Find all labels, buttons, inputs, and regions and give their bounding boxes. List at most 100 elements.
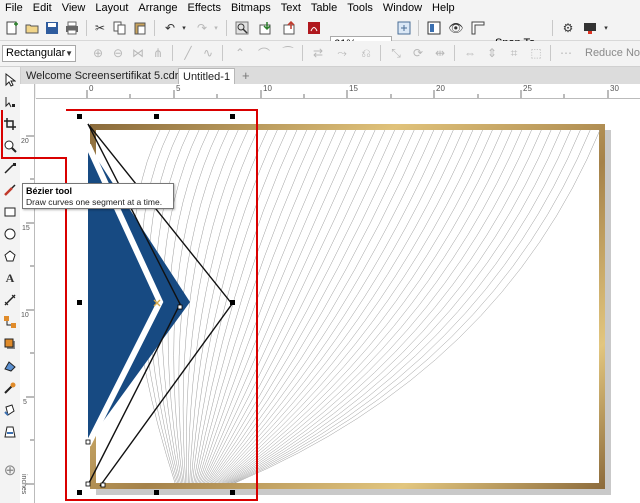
reduce-nodes-button[interactable]: Reduce Node: [585, 47, 640, 59]
tooltip-title: Bézier tool: [26, 186, 73, 196]
print-icon[interactable]: [64, 20, 80, 36]
menu-file[interactable]: File: [0, 0, 28, 16]
pick-tool-icon[interactable]: [2, 72, 18, 88]
artistic-media-icon[interactable]: [2, 182, 18, 198]
options-icon[interactable]: ⚙: [560, 20, 576, 36]
ruler-tick-label: 10: [263, 84, 272, 93]
tab-sertifikat[interactable]: sertifikat 5.cdr: [106, 68, 182, 84]
menu-bar: File Edit View Layout Arrange Effects Bi…: [0, 0, 640, 16]
tool-tooltip: Bézier tool Draw curves one segment at a…: [22, 183, 174, 209]
zoom-to-page-icon[interactable]: [396, 20, 412, 36]
transparency-icon[interactable]: [2, 358, 18, 374]
open-icon[interactable]: [24, 20, 40, 36]
menu-effects[interactable]: Effects: [183, 0, 226, 16]
tooltip-body: Draw curves one segment at a time.: [26, 197, 163, 207]
ruler-tick-label: 0: [89, 84, 94, 93]
ruler-tick-label: 5: [23, 399, 27, 406]
import-icon[interactable]: [258, 20, 274, 36]
elastic-mode-icon[interactable]: ⌗: [506, 45, 522, 61]
rotate-nodes-icon[interactable]: ⟳: [410, 45, 426, 61]
join-nodes-icon[interactable]: ⋈: [130, 45, 146, 61]
to-curve-icon[interactable]: ∿: [200, 45, 216, 61]
chevron-down-icon[interactable]: ▾: [598, 20, 614, 36]
undo-dropdown-icon[interactable]: ▾: [176, 20, 192, 36]
artwork: [77, 114, 611, 495]
chevron-down-icon: ▼: [65, 49, 73, 58]
parallel-dimension-icon[interactable]: [2, 292, 18, 308]
paste-icon[interactable]: [132, 20, 148, 36]
property-bar: Rectangular ▼ ⊕ ⊖ ⋈ ⋔ ╱ ∿ ⌃ ⌒ ⁀ ⇄ ⤳ ⎌ ⤡ ⟳…: [0, 41, 640, 67]
eyedropper-icon[interactable]: [2, 380, 18, 396]
tab-welcome-screen[interactable]: Welcome Screen: [22, 68, 114, 84]
smooth-node-icon[interactable]: ⌒: [256, 45, 272, 61]
document-tabs: Welcome Screen sertifikat 5.cdr Untitled…: [20, 67, 640, 85]
standard-toolbar: ✂ ↶ ▾ ↷ ▾ 61%▼ 👁 Snap To▼ ⚙ ▾: [0, 16, 640, 53]
drawing-canvas[interactable]: [35, 99, 640, 503]
new-icon[interactable]: [4, 20, 20, 36]
app-launcher-icon[interactable]: [582, 20, 598, 36]
publish-pdf-icon[interactable]: [306, 20, 322, 36]
freehand-tool-icon[interactable]: [2, 160, 18, 176]
rectangle-tool-icon[interactable]: [2, 204, 18, 220]
crop-tool-icon[interactable]: [2, 116, 18, 132]
menu-layout[interactable]: Layout: [90, 0, 133, 16]
copy-icon[interactable]: [112, 20, 128, 36]
extend-curve-icon[interactable]: ⤳: [334, 45, 350, 61]
ruler-tick-label: 15: [22, 225, 30, 232]
tab-untitled-1[interactable]: Untitled-1: [178, 68, 236, 85]
extract-subpath-icon[interactable]: ⎌: [358, 45, 374, 61]
break-curve-icon[interactable]: ⋔: [150, 45, 166, 61]
search-content-icon[interactable]: [234, 20, 250, 36]
ellipse-tool-icon[interactable]: [2, 226, 18, 242]
menu-arrange[interactable]: Arrange: [133, 0, 182, 16]
menu-help[interactable]: Help: [427, 0, 460, 16]
polygon-tool-icon[interactable]: [2, 248, 18, 264]
ruler-tick-label: 25: [523, 84, 532, 93]
menu-table[interactable]: Table: [306, 0, 342, 16]
add-node-icon[interactable]: ⊕: [90, 45, 106, 61]
ruler-tick-label: 20: [21, 138, 29, 145]
ruler-tick-label: 10: [21, 312, 29, 319]
reflect-vertical-icon[interactable]: ⇕: [484, 45, 500, 61]
menu-text[interactable]: Text: [276, 0, 306, 16]
selection-mode-select[interactable]: Rectangular ▼: [2, 45, 76, 62]
ruler-tick-label: 5: [176, 84, 181, 93]
reduce-nodes-icon[interactable]: ⋯: [558, 45, 574, 61]
text-tool-icon[interactable]: A: [2, 270, 18, 286]
delete-node-icon[interactable]: ⊖: [110, 45, 126, 61]
rulers-icon[interactable]: [470, 20, 486, 36]
select-all-nodes-icon[interactable]: ⬚: [528, 45, 544, 61]
symmetric-node-icon[interactable]: ⁀: [280, 45, 296, 61]
display-icon[interactable]: 👁: [448, 20, 464, 36]
vertical-ruler: 20 15 10 5 inches: [20, 84, 35, 503]
cusp-node-icon[interactable]: ⌃: [232, 45, 248, 61]
ruler-unit-label: inches: [20, 474, 27, 495]
add-tab-icon[interactable]: +: [238, 68, 254, 84]
cut-icon[interactable]: ✂: [92, 20, 108, 36]
reverse-direction-icon[interactable]: ⇄: [310, 45, 326, 61]
to-line-icon[interactable]: ╱: [180, 45, 196, 61]
drop-shadow-icon[interactable]: [2, 336, 18, 352]
stretch-nodes-icon[interactable]: ⤡: [388, 45, 404, 61]
interactive-fill-icon[interactable]: [2, 402, 18, 418]
reflect-horizontal-icon[interactable]: ⇔: [462, 45, 478, 61]
redo-dropdown-icon[interactable]: ▾: [208, 20, 224, 36]
smart-fill-icon[interactable]: [2, 424, 18, 440]
connector-icon[interactable]: [2, 314, 18, 330]
save-icon[interactable]: [44, 20, 60, 36]
ruler-tick-label: 30: [610, 84, 619, 93]
export-icon[interactable]: [282, 20, 298, 36]
selection-mode-value: Rectangular: [6, 47, 66, 59]
zoom-tool-icon[interactable]: [2, 138, 18, 154]
menu-window[interactable]: Window: [378, 0, 427, 16]
menu-edit[interactable]: Edit: [28, 0, 57, 16]
full-screen-icon[interactable]: [426, 20, 442, 36]
ruler-tick-label: 15: [349, 84, 358, 93]
shape-tool-icon[interactable]: [2, 94, 18, 110]
menu-bitmaps[interactable]: Bitmaps: [226, 0, 276, 16]
menu-view[interactable]: View: [57, 0, 91, 16]
add-tool-icon[interactable]: ⊕: [2, 462, 18, 479]
menu-tools[interactable]: Tools: [342, 0, 378, 16]
toolbox: A ⊕: [0, 67, 21, 503]
align-nodes-icon[interactable]: ⇹: [432, 45, 448, 61]
